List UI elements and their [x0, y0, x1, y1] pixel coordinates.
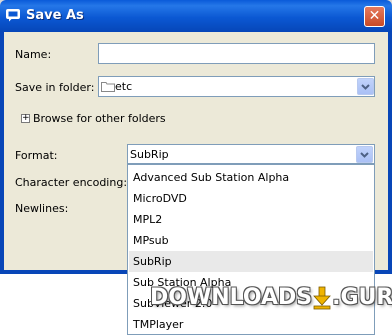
chevron-down-icon[interactable] — [357, 78, 374, 95]
format-option[interactable]: MPsub — [129, 230, 373, 251]
format-option[interactable]: MicroDVD — [129, 188, 373, 209]
window-title: Save As — [26, 8, 84, 23]
watermark-left: DOWNLOADS — [150, 285, 313, 310]
folder-combo[interactable]: etc — [98, 76, 375, 97]
watermark-right: .GURU — [332, 285, 392, 310]
save-in-folder-label: Save in folder: — [15, 81, 95, 94]
folder-value: etc — [115, 80, 133, 93]
format-value: SubRip — [130, 148, 169, 161]
format-option[interactable]: TMPlayer — [129, 314, 373, 335]
watermark: DOWNLOADS .GURU — [150, 285, 392, 317]
format-label: Format: — [15, 149, 58, 162]
format-option[interactable]: MPL2 — [129, 209, 373, 230]
format-combo[interactable]: SubRip — [127, 144, 375, 164]
format-option-selected[interactable]: SubRip — [129, 251, 373, 272]
character-encoding-label: Character encoding: — [15, 176, 128, 189]
name-label: Name: — [15, 48, 52, 61]
expander-plus-icon[interactable]: + — [21, 114, 30, 123]
format-option[interactable]: Advanced Sub Station Alpha — [129, 167, 373, 188]
folder-icon — [101, 82, 115, 92]
browse-other-folders[interactable]: Browse for other folders — [33, 112, 166, 125]
close-icon[interactable]: ✕ — [364, 6, 385, 27]
download-arrow-icon — [313, 286, 332, 310]
title-bar[interactable]: Save As ✕ — [0, 0, 392, 32]
window-icon — [6, 9, 20, 22]
name-field[interactable] — [98, 43, 375, 64]
chevron-down-icon[interactable] — [356, 146, 373, 163]
newlines-label: Newlines: — [15, 202, 69, 215]
